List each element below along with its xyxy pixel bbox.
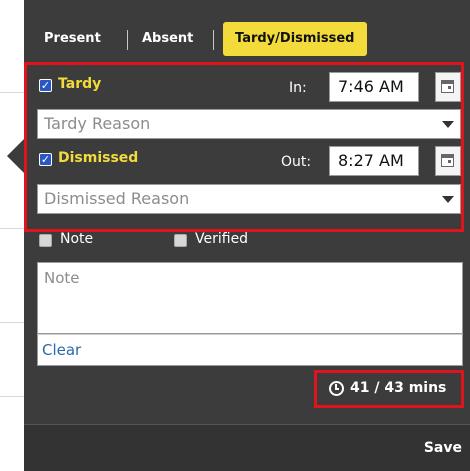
dismissed-reason-select[interactable]: Dismissed Reason (37, 184, 461, 214)
out-time-label: Out: (281, 154, 312, 170)
clock-icon (329, 381, 344, 396)
dismissed-calendar-button[interactable] (435, 146, 461, 176)
page-divider (0, 396, 24, 397)
dismissed-checkbox[interactable]: ✓ (39, 153, 52, 166)
page-divider (0, 92, 24, 93)
tardy-checkbox[interactable]: ✓ (39, 79, 52, 92)
verified-checkbox-label: Verified (195, 231, 249, 247)
dismissed-time-input[interactable]: 8:27 AM (329, 146, 419, 176)
note-clear-bar: Clear (37, 334, 463, 366)
note-checkbox[interactable] (39, 234, 52, 247)
time-summary: 41 / 43 mins (350, 380, 447, 396)
calendar-icon (441, 80, 454, 93)
calendar-icon (441, 154, 454, 167)
tardy-reason-select[interactable]: Tardy Reason (37, 109, 461, 139)
background-page (0, 0, 24, 470)
note-placeholder: Note (44, 269, 80, 287)
clear-link[interactable]: Clear (42, 341, 81, 359)
chevron-down-icon (442, 121, 454, 128)
tab-tardy-dismissed[interactable]: Tardy/Dismissed (223, 22, 367, 56)
tardy-label: Tardy (58, 76, 102, 92)
popover-footer: Save (24, 424, 470, 471)
in-time-label: In: (289, 80, 307, 96)
note-textarea[interactable]: Note (37, 262, 463, 334)
verified-checkbox[interactable] (174, 234, 187, 247)
attendance-popover: Present Absent Tardy/Dismissed ✓ Tardy I… (24, 0, 470, 471)
tardy-calendar-button[interactable] (435, 72, 461, 102)
tab-present[interactable]: Present (44, 22, 101, 56)
save-button[interactable]: Save (424, 440, 462, 456)
popover-caret (7, 139, 24, 173)
tab-absent[interactable]: Absent (142, 22, 193, 56)
tardy-time-input[interactable]: 7:46 AM (329, 72, 419, 102)
note-checkbox-label: Note (60, 231, 94, 247)
page-divider (0, 322, 24, 323)
chevron-down-icon (442, 196, 454, 203)
dismissed-reason-placeholder: Dismissed Reason (44, 189, 190, 208)
time-summary-highlight: 41 / 43 mins (314, 370, 464, 408)
dismissed-label: Dismissed (58, 150, 139, 166)
tardy-reason-placeholder: Tardy Reason (44, 114, 151, 133)
page-divider (0, 228, 24, 229)
tab-separator (213, 30, 214, 50)
tab-separator (127, 30, 128, 50)
